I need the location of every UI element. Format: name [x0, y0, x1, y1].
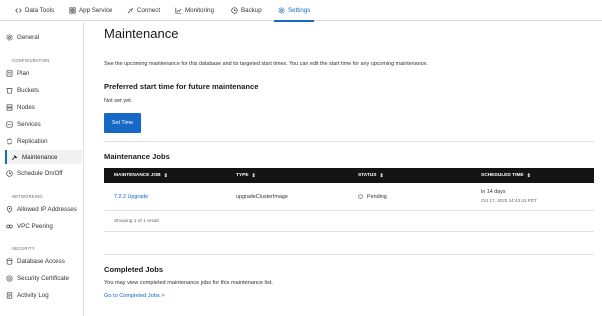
sidebar-item-allowed-ip[interactable]: Allowed IP Addresses — [6, 203, 83, 216]
tab-connect[interactable]: Connect — [127, 0, 160, 21]
sidebar-item-label: General — [17, 34, 40, 41]
sidebar-item-schedule[interactable]: Schedule On/Off — [6, 167, 83, 180]
results-count: Showing 1 of 1 result — [114, 219, 159, 224]
sidebar-item-label: Activity Log — [17, 292, 49, 299]
tab-settings[interactable]: Settings — [273, 0, 315, 22]
sidebar-item-services[interactable]: Services — [6, 118, 83, 131]
go-to-completed-jobs-link[interactable]: Go to Completed Jobs > — [104, 293, 164, 299]
sort-icon: ⇕ — [526, 172, 531, 179]
clock-icon — [231, 7, 238, 14]
scheduled-time-detail: Oct 17, 2023 14:43:41 PDT — [481, 198, 537, 203]
page-title: Maintenance — [104, 26, 179, 41]
sidebar-item-activity-log[interactable]: Activity Log — [6, 289, 83, 302]
sidebar-section-configuration: CONFIGURATION — [12, 58, 50, 63]
code-icon — [15, 7, 22, 14]
top-navigation: Data Tools App Service Connect Monitorin… — [0, 0, 602, 22]
maintenance-jobs-heading: Maintenance Jobs — [104, 152, 170, 161]
table-row: 7.2.2 Upgrade upgradeClusterImage Pendin… — [104, 183, 594, 211]
preferred-start-heading: Preferred start time for future maintena… — [104, 82, 259, 91]
chart-icon — [175, 7, 182, 14]
tab-data-tools[interactable]: Data Tools — [15, 0, 54, 21]
tab-label: Settings — [288, 7, 311, 14]
nodes-icon — [6, 104, 13, 111]
sidebar-item-maintenance[interactable]: Maintenance — [5, 150, 82, 164]
column-header-status[interactable]: STATUS ⇕ — [358, 168, 384, 183]
page-description: See the upcoming maintenance for this da… — [104, 61, 428, 67]
sidebar-item-label: VPC Peering — [17, 223, 53, 230]
database-access-icon — [6, 258, 13, 265]
sort-icon: ⇕ — [379, 172, 384, 179]
schedule-icon — [6, 170, 13, 177]
tab-backup[interactable]: Backup — [231, 0, 262, 21]
maintenance-job-link[interactable]: 7.2.2 Upgrade — [114, 194, 148, 200]
app-service-icon — [69, 7, 76, 14]
divider — [104, 141, 594, 142]
tab-label: Monitoring — [185, 7, 214, 14]
sidebar-item-label: Nodes — [17, 104, 35, 111]
gear-icon — [278, 7, 285, 14]
tab-label: Connect — [137, 7, 161, 14]
certificate-icon — [6, 275, 13, 282]
wrench-icon — [11, 154, 18, 161]
tab-app-service[interactable]: App Service — [69, 0, 112, 21]
replication-icon — [6, 138, 13, 145]
completed-jobs-description: You may view completed maintenance jobs … — [104, 280, 273, 286]
sidebar: General CONFIGURATION Plan Buckets Nodes… — [0, 22, 84, 316]
sidebar-item-label: Replication — [17, 138, 48, 145]
sidebar-item-label: Schedule On/Off — [17, 170, 63, 177]
tab-monitoring[interactable]: Monitoring — [175, 0, 214, 21]
scheduled-time: in 14 days — [481, 189, 506, 195]
services-icon — [6, 121, 13, 128]
activity-log-icon — [6, 292, 13, 299]
column-label: TYPE — [236, 173, 249, 178]
sidebar-item-label: Maintenance — [22, 153, 58, 161]
sidebar-item-vpc-peering[interactable]: VPC Peering — [6, 220, 83, 233]
sidebar-item-buckets[interactable]: Buckets — [6, 84, 83, 97]
sort-icon: ⇕ — [251, 172, 256, 179]
status-pending-icon — [358, 194, 363, 200]
completed-jobs-heading: Completed Jobs — [104, 265, 164, 274]
column-label: MAINTENANCE JOB — [114, 173, 161, 178]
sidebar-section-security: SECURITY — [12, 246, 35, 251]
set-time-button[interactable]: Set Time — [104, 113, 141, 133]
divider — [104, 254, 594, 255]
location-pin-icon — [6, 206, 13, 213]
sidebar-item-replication[interactable]: Replication — [6, 135, 83, 148]
job-type: upgradeClusterImage — [236, 194, 288, 200]
peering-icon — [6, 223, 13, 230]
sidebar-item-label: Security Certificate — [17, 275, 69, 282]
column-label: SCHEDULED TIME — [481, 173, 524, 178]
sidebar-item-label: Database Access — [17, 258, 65, 265]
sidebar-item-plan[interactable]: Plan — [6, 67, 83, 80]
divider — [104, 231, 594, 232]
job-status: Pending — [358, 194, 387, 200]
sidebar-item-general[interactable]: General — [6, 31, 83, 44]
sidebar-item-security-certificate[interactable]: Security Certificate — [6, 272, 83, 285]
connect-icon — [127, 7, 134, 14]
sidebar-section-networking: NETWORKING — [12, 194, 43, 199]
preferred-start-value: Not set yet. — [104, 98, 133, 104]
bucket-icon — [6, 87, 13, 94]
column-header-type[interactable]: TYPE ⇕ — [236, 168, 256, 183]
sidebar-item-nodes[interactable]: Nodes — [6, 101, 83, 114]
plan-icon — [6, 70, 13, 77]
sidebar-item-database-access[interactable]: Database Access — [6, 255, 83, 268]
column-label: STATUS — [358, 173, 377, 178]
tab-label: Data Tools — [25, 7, 55, 14]
column-header-scheduled-time[interactable]: SCHEDULED TIME ⇕ — [481, 168, 531, 183]
sidebar-item-label: Services — [17, 121, 41, 128]
table-header: MAINTENANCE JOB ⇕ TYPE ⇕ STATUS ⇕ SCHEDU… — [104, 168, 594, 183]
sidebar-item-label: Plan — [17, 70, 30, 77]
sidebar-item-label: Allowed IP Addresses — [17, 206, 77, 213]
sidebar-item-label: Buckets — [17, 87, 40, 94]
column-header-maintenance-job[interactable]: MAINTENANCE JOB ⇕ — [114, 168, 168, 183]
sort-icon: ⇕ — [163, 172, 168, 179]
tab-label: App Service — [79, 7, 113, 14]
gear-icon — [6, 34, 13, 41]
status-label: Pending — [367, 194, 387, 200]
tab-label: Backup — [241, 7, 262, 14]
